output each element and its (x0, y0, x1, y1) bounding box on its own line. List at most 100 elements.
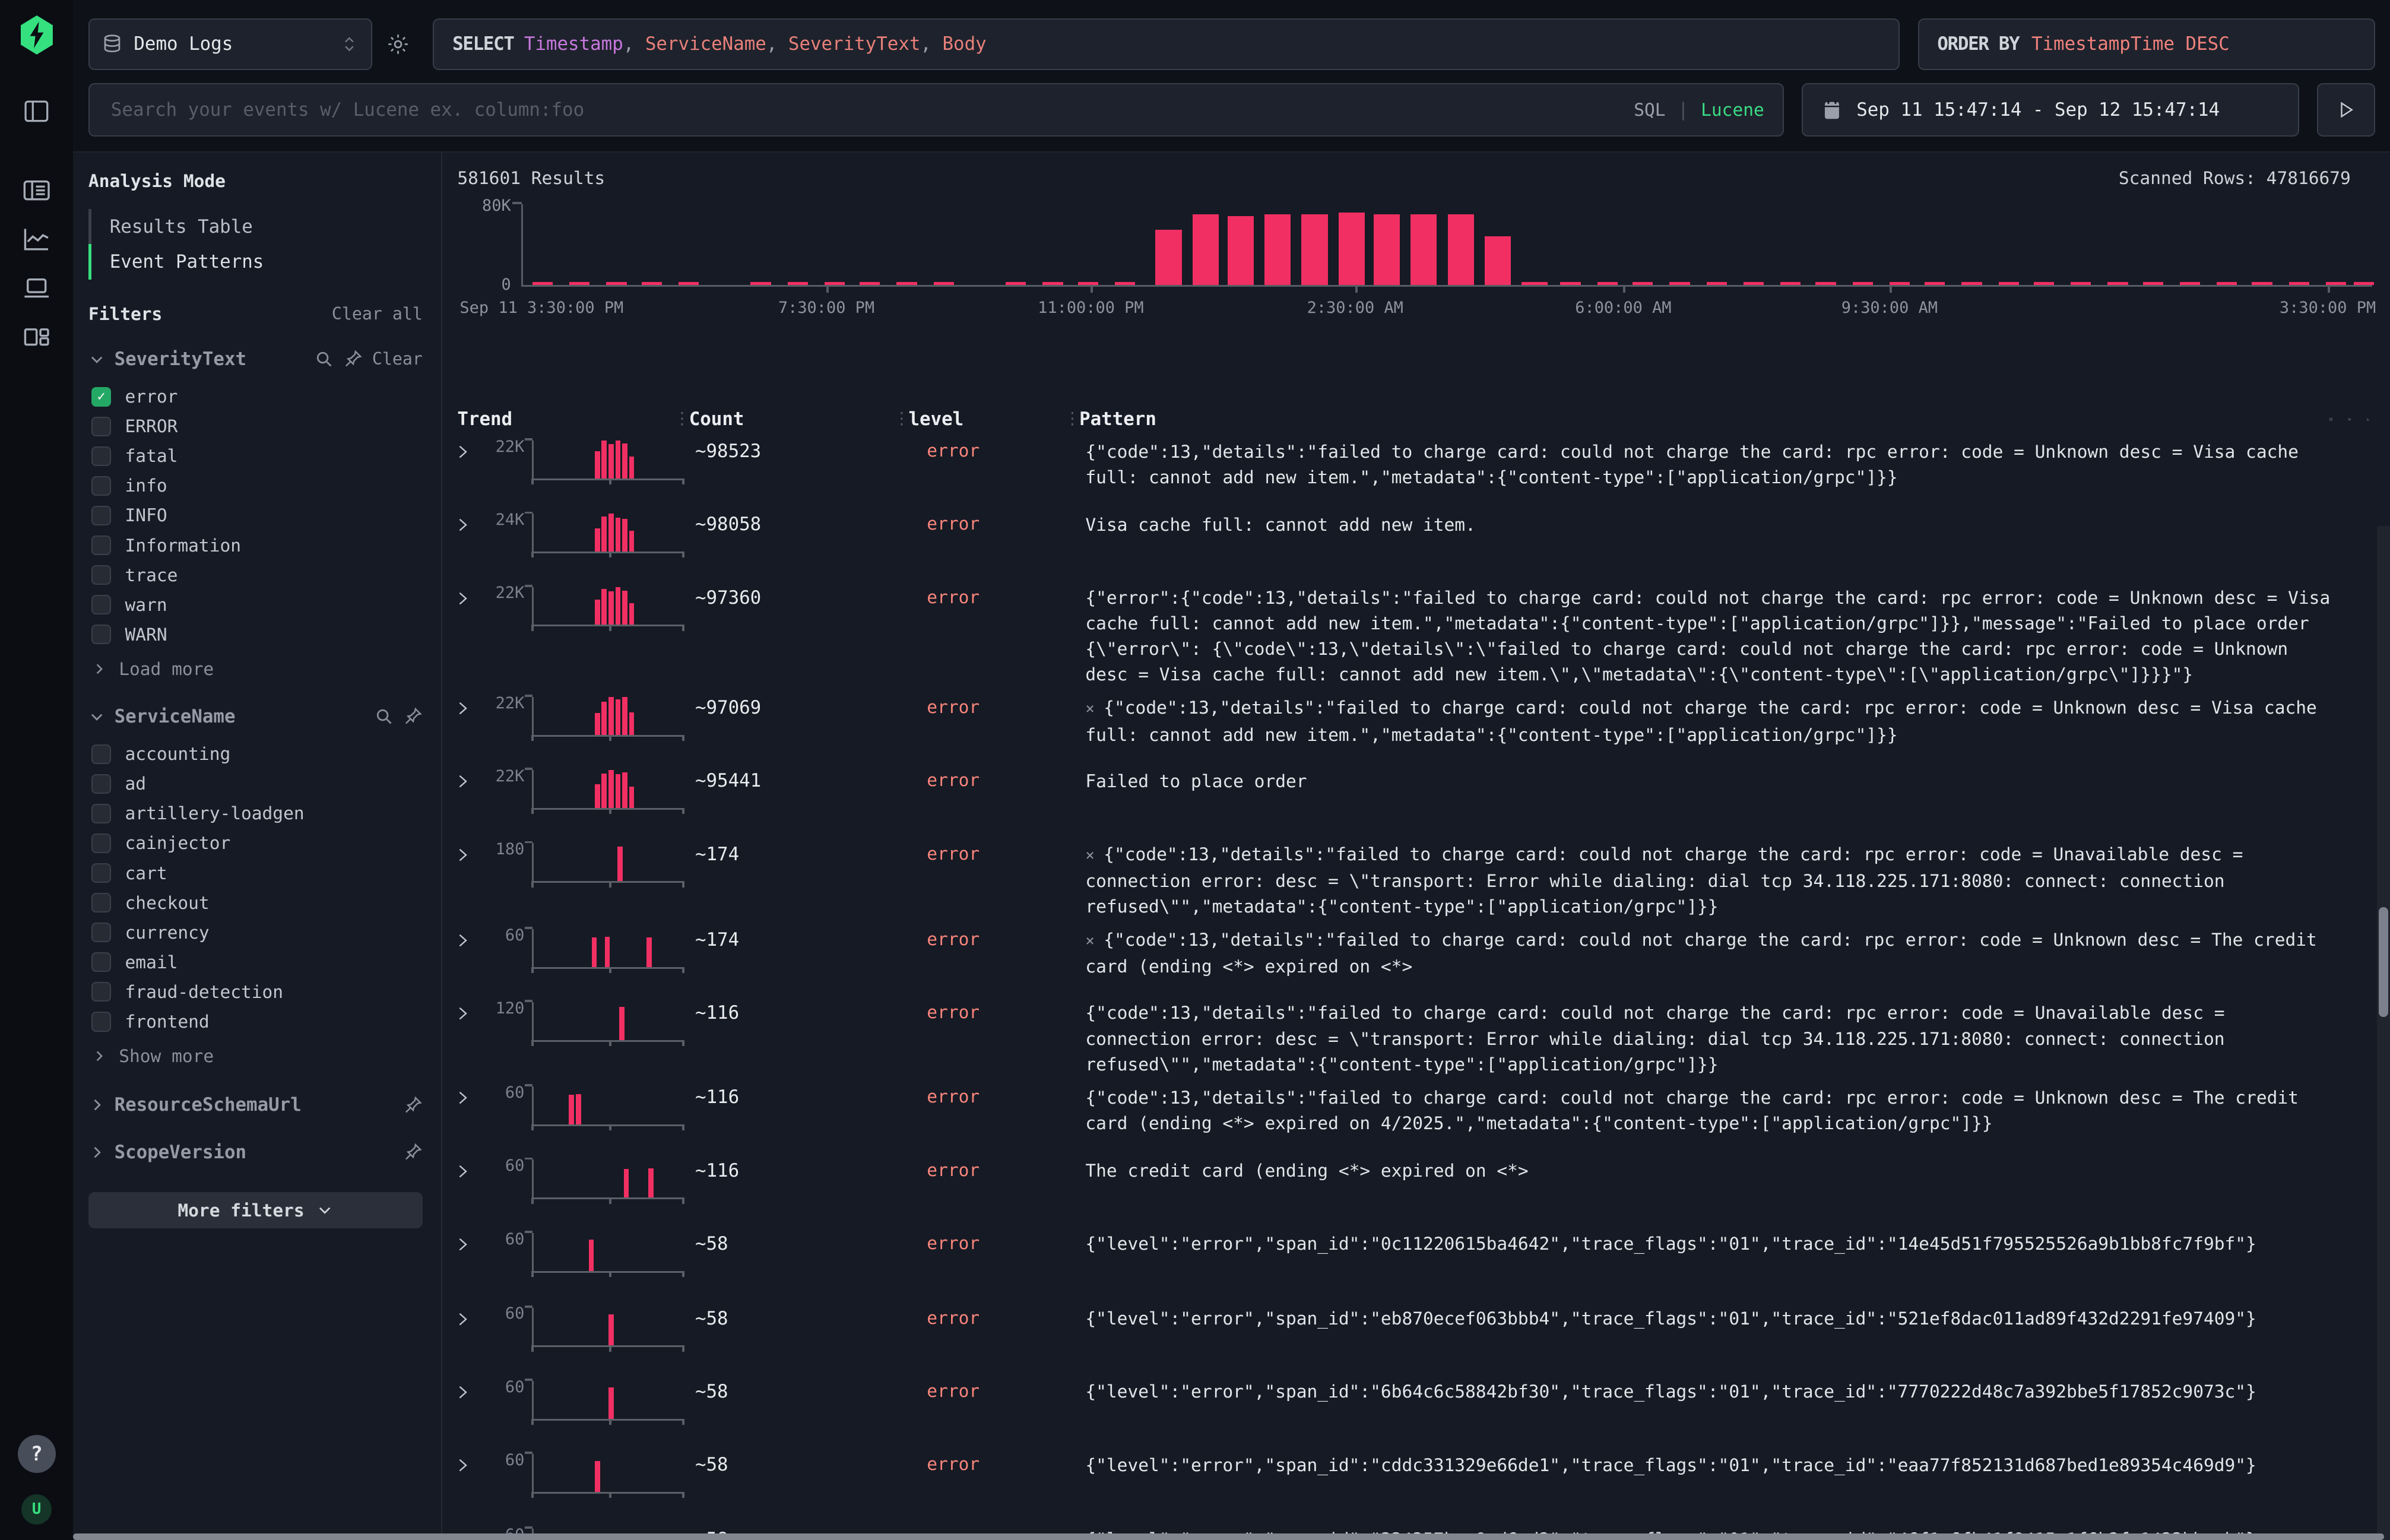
table-row[interactable]: 180 ~174 error ×{"code":13,"details":"fa… (451, 834, 2390, 920)
severity-clear-button[interactable]: Clear (372, 349, 423, 369)
clear-all-button[interactable]: Clear all (332, 304, 423, 324)
column-header-count[interactable]: ⋮Count (689, 408, 909, 430)
row-expander[interactable] (451, 1151, 481, 1180)
pin-icon[interactable] (403, 1142, 423, 1162)
filter-option[interactable]: cainjector (88, 828, 423, 858)
chevron-down-icon[interactable] (88, 351, 105, 367)
row-expander[interactable] (451, 432, 481, 461)
checkbox[interactable] (91, 952, 111, 972)
chevron-down-icon[interactable] (88, 708, 105, 725)
checkbox[interactable] (91, 446, 111, 466)
column-grip-icon[interactable]: ⋮ (1064, 408, 1080, 428)
checkbox[interactable] (91, 863, 111, 883)
pattern-cell[interactable]: ×{"level":"error","span_id":"0c11220615b… (1079, 1224, 2390, 1257)
severity-load-more[interactable]: Load more (91, 654, 423, 684)
row-expander[interactable] (451, 834, 481, 863)
checkbox[interactable] (91, 565, 111, 585)
analysis-mode-option-event-patterns[interactable]: Event Patterns (88, 244, 423, 279)
search-icon[interactable] (374, 706, 394, 726)
column-grip-icon[interactable]: ⋮ (893, 408, 910, 428)
row-expander[interactable] (451, 1078, 481, 1107)
source-select[interactable]: Demo Logs (88, 18, 372, 70)
filter-section-resourceschemaurl[interactable]: ResourceSchemaUrl (88, 1087, 423, 1124)
filter-option[interactable]: warn (88, 590, 423, 620)
table-row[interactable]: 22K ~97069 error ×{"code":13,"details":"… (451, 688, 2390, 761)
row-expander[interactable] (451, 1445, 481, 1474)
filter-option[interactable]: Information (88, 531, 423, 560)
filter-option[interactable]: trace (88, 560, 423, 590)
filter-option[interactable]: email (88, 948, 423, 977)
vertical-scrollbar[interactable] (2377, 526, 2390, 1540)
horizontal-scrollbar[interactable] (73, 1533, 2384, 1539)
sql-select-editor[interactable]: SELECT Timestamp, ServiceName, SeverityT… (433, 18, 1899, 70)
table-row[interactable]: 22K ~98523 error ×{"code":13,"details":"… (451, 432, 2390, 505)
dismiss-x-icon[interactable]: × (1085, 932, 1094, 950)
search-input[interactable] (108, 97, 1622, 122)
table-row[interactable]: 24K ~98058 error ×Visa cache full: canno… (451, 505, 2390, 578)
filter-option[interactable]: WARN (88, 620, 423, 649)
nav-dashboards-icon[interactable] (11, 315, 62, 358)
help-button[interactable]: ? (18, 1435, 56, 1473)
checkbox[interactable] (91, 982, 111, 1002)
checkbox[interactable]: ✓ (91, 387, 111, 407)
more-filters-button[interactable]: More filters (88, 1192, 423, 1229)
filter-option[interactable]: info (88, 471, 423, 500)
filter-option[interactable]: fraud-detection (88, 977, 423, 1007)
sidebar-toggle-icon[interactable] (11, 90, 62, 132)
row-expander[interactable] (451, 1371, 481, 1400)
pattern-cell[interactable]: ×{"level":"error","span_id":"eb870ecef06… (1079, 1298, 2390, 1332)
checkbox[interactable] (91, 893, 111, 912)
filter-section-severitytext[interactable]: SeverityText (115, 348, 305, 370)
table-row[interactable]: 60 ~174 error ×{"code":13,"details":"fai… (451, 920, 2390, 993)
checkbox[interactable] (91, 506, 111, 525)
table-row[interactable]: 60 ~58 error ×{"level":"error","span_id"… (451, 1445, 2390, 1520)
table-row[interactable]: 60 ~116 error ×{"code":13,"details":"fai… (451, 1078, 2390, 1151)
pattern-cell[interactable]: ×{"code":13,"details":"failed to charge … (1079, 920, 2390, 980)
source-settings-gear-icon[interactable] (378, 32, 418, 56)
vertical-scrollbar-thumb[interactable] (2379, 907, 2388, 1017)
pattern-cell[interactable]: ×{"code":13,"details":"failed to charge … (1079, 688, 2390, 748)
filter-option[interactable]: ad (88, 769, 423, 798)
checkbox[interactable] (91, 834, 111, 853)
table-row[interactable]: 60 ~116 error ×The credit card (ending <… (451, 1151, 2390, 1224)
row-expander[interactable] (451, 505, 481, 534)
row-expander[interactable] (451, 578, 481, 607)
mode-sql-toggle[interactable]: SQL (1634, 100, 1665, 120)
pattern-cell[interactable]: ×{"level":"error","span_id":"cddc331329e… (1079, 1445, 2390, 1478)
row-expander[interactable] (451, 688, 481, 717)
nav-search-logs-icon[interactable] (11, 169, 62, 212)
checkbox[interactable] (91, 923, 111, 942)
table-row[interactable]: 120 ~116 error ×{"code":13,"details":"fa… (451, 993, 2390, 1078)
download-icon[interactable] (2366, 408, 2369, 431)
pattern-cell[interactable]: ×Failed to place order (1079, 761, 2390, 794)
table-row[interactable]: 22K ~97360 error ×{"error":{"code":13,"d… (451, 578, 2390, 687)
app-logo-icon[interactable] (15, 14, 58, 56)
pattern-cell[interactable]: ×Visa cache full: cannot add new item. (1079, 505, 2390, 538)
filter-option[interactable]: frontend (88, 1007, 423, 1037)
nav-chart-explorer-icon[interactable] (11, 218, 62, 261)
checkbox[interactable] (91, 535, 111, 555)
table-row[interactable]: 60 ~58 error ×{"level":"error","span_id"… (451, 1298, 2390, 1371)
row-expander[interactable] (451, 761, 481, 790)
nav-sessions-icon[interactable] (11, 267, 62, 309)
service-show-more[interactable]: Show more (91, 1041, 423, 1072)
row-expander[interactable] (451, 1224, 481, 1253)
table-row[interactable]: 22K ~95441 error ×Failed to place order (451, 761, 2390, 834)
column-header-trend[interactable]: Trend (451, 408, 689, 430)
filter-option[interactable]: fatal (88, 441, 423, 471)
filter-section-scopeversion[interactable]: ScopeVersion (88, 1134, 423, 1171)
pin-icon[interactable] (403, 706, 423, 726)
checkbox[interactable] (91, 595, 111, 614)
checkbox[interactable] (91, 417, 111, 436)
checkbox[interactable] (91, 1012, 111, 1031)
code-view-icon[interactable] (2329, 408, 2332, 431)
checkbox[interactable] (91, 804, 111, 823)
run-query-button[interactable] (2317, 83, 2375, 137)
column-header-pattern[interactable]: ⋮Pattern (1079, 408, 2329, 430)
row-expander[interactable] (451, 993, 481, 1022)
filter-option[interactable]: currency (88, 918, 423, 948)
pin-icon[interactable] (403, 1095, 423, 1115)
dismiss-x-icon[interactable]: × (1085, 700, 1094, 718)
results-histogram[interactable]: 80K 0 Sep 11 3:30:00 PM7:30:00 PM11:00:0… (457, 195, 2372, 335)
pattern-cell[interactable]: ×The credit card (ending <*> expired on … (1079, 1151, 2390, 1184)
